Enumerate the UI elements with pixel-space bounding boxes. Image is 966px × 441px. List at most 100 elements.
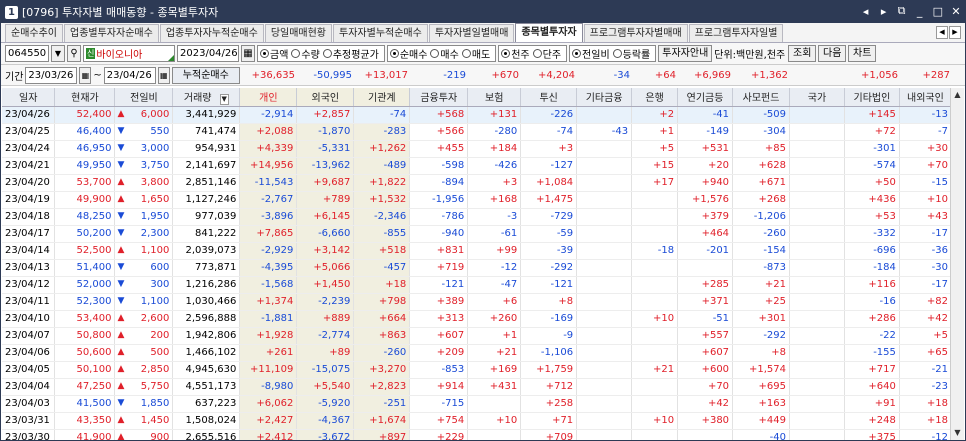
radio-icon[interactable] [612, 49, 622, 58]
stock-name-field[interactable]: 신 바이오니아 [83, 45, 175, 62]
column-header-3[interactable]: 거래량 ▼ [172, 88, 241, 107]
period-from-input[interactable]: 23/03/26 [25, 66, 78, 84]
tab-0[interactable]: 순매수추이 [5, 24, 63, 42]
tab-4[interactable]: 투자자별누적순매수 [333, 24, 428, 42]
from-calendar-icon[interactable]: ▦ [79, 66, 92, 84]
tab-scroll-right-icon[interactable]: ▶ [949, 26, 961, 39]
column-header-16[interactable]: 내외국인 [899, 88, 953, 107]
prev-window-icon[interactable]: ◂ [861, 5, 871, 18]
change_opts-option-0[interactable]: 전일비 [572, 46, 610, 61]
chart-button[interactable]: 차트 [848, 45, 877, 62]
radio-icon[interactable] [291, 49, 301, 58]
column-header-10[interactable]: 기타금융 [576, 88, 633, 107]
restore-icon[interactable]: ⧉ [897, 4, 907, 18]
table-row[interactable]: 23/04/17 50,200 ▼ 2,300 841,222 +7,865 -6,660-… [2, 225, 953, 243]
table-row[interactable]: 23/04/26 52,400 ▲ 6,000 3,441,929 -2,914 +2,85… [2, 106, 953, 124]
table-row[interactable]: 23/03/31 43,350 ▲ 1,450 1,508,024 +2,427 -4,36… [2, 412, 953, 430]
cell-국가 [789, 429, 845, 440]
column-header-8[interactable]: 보험 [467, 88, 522, 107]
table-row[interactable]: 23/04/06 50,600 ▲ 500 1,466,102 +261 +89 -260 +2… [2, 344, 953, 362]
tab-2[interactable]: 업종투자자누적순매수 [159, 24, 264, 42]
trade_opts-option-0[interactable]: 순매수 [389, 46, 427, 61]
table-row[interactable]: 23/04/19 49,900 ▲ 1,650 1,127,246 -2,767 +789 +… [2, 191, 953, 209]
to-calendar-icon[interactable]: ▦ [157, 66, 170, 84]
radio-icon[interactable] [572, 49, 582, 58]
tab-8[interactable]: 프로그램투자자일별 [688, 24, 784, 42]
search-icon[interactable]: ⚲ [67, 45, 81, 62]
change-value: 5,750 [140, 381, 170, 392]
radio-icon[interactable] [389, 49, 399, 58]
vertical-scrollbar[interactable]: ▲ ▼ [950, 88, 964, 440]
column-header-12[interactable]: 연기금등 [677, 88, 734, 107]
tab-5[interactable]: 투자자별일별매매 [428, 24, 515, 42]
table-row[interactable]: 23/04/07 50,800 ▲ 200 1,942,806 +1,928 -2,774 +… [2, 327, 953, 345]
date-input[interactable]: 2023/04/26 [177, 45, 239, 62]
next-window-icon[interactable]: ▸ [879, 5, 889, 18]
trade_opts-option-2[interactable]: 매도 [461, 46, 490, 61]
period-to-input[interactable]: 23/04/26 [103, 66, 156, 84]
query-button[interactable]: 조회 [788, 45, 817, 62]
column-header-6[interactable]: 기관계 [353, 88, 411, 107]
table-row[interactable]: 23/04/05 50,100 ▲ 2,850 4,945,630 +11,109 -15,… [2, 361, 953, 379]
unit_opts-option-1[interactable]: 단주 [532, 46, 561, 61]
radio-icon[interactable] [260, 49, 269, 58]
change_opts-option-1[interactable]: 등락률 [612, 46, 650, 61]
cell-연기금등: -41 [677, 106, 734, 124]
trade_opts-option-1[interactable]: 매수 [430, 46, 459, 61]
column-header-2[interactable]: 전일비 [114, 88, 174, 107]
tab-7[interactable]: 프로그램투자자별매매 [583, 24, 688, 42]
radio-icon[interactable] [532, 49, 542, 58]
table-row[interactable]: 23/04/21 49,950 ▼ 3,750 2,141,697 +14,956 -13,… [2, 157, 953, 175]
minimize-icon[interactable]: _ [915, 5, 925, 18]
column-header-11[interactable]: 은행 [631, 88, 679, 107]
radio-icon[interactable] [322, 49, 332, 58]
amount_opts-option-2[interactable]: 추정평균가 [322, 46, 379, 61]
volume-dropdown-icon[interactable]: ▼ [219, 93, 229, 105]
table-row[interactable]: 23/04/04 47,250 ▲ 5,750 4,551,173 -8,980 +5,54… [2, 378, 953, 396]
cell-사모펀드: -260 [732, 225, 791, 243]
table-row[interactable]: 23/03/30 41,900 ▲ 900 2,655,516 +2,412 -3,672 +… [2, 429, 953, 440]
radio-icon[interactable] [461, 49, 471, 58]
table-row[interactable]: 23/04/24 46,950 ▼ 3,000 954,931 +4,339 -5,331 +… [2, 140, 953, 158]
table-row[interactable]: 23/04/25 46,400 ▼ 550 741,474 +2,088 -1,870 -28… [2, 123, 953, 141]
scroll-down-icon[interactable]: ▼ [951, 426, 964, 440]
tab-6[interactable]: 종목별투자자 [515, 23, 583, 42]
code-dropdown-icon[interactable]: ▼ [51, 45, 65, 62]
column-header-7[interactable]: 금융투자 [409, 88, 469, 107]
tab-1[interactable]: 업종별투자자순매수 [64, 24, 159, 42]
table-row[interactable]: 23/04/13 51,400 ▼ 600 773,871 -4,395 +5,066 -45… [2, 259, 953, 277]
unit_opts-option-0[interactable]: 천주 [501, 46, 530, 61]
change-cell: ▼ 300 [114, 276, 174, 294]
column-header-14[interactable]: 국가 [789, 88, 845, 107]
stock-code-input[interactable]: 064550 [5, 45, 49, 62]
column-header-13[interactable]: 사모펀드 [732, 88, 791, 107]
table-row[interactable]: 23/04/20 53,700 ▲ 3,800 2,851,146 -11,543 +9,6… [2, 174, 953, 192]
amount_opts-option-1[interactable]: 수량 [291, 46, 320, 61]
radio-icon[interactable] [430, 49, 440, 58]
cell-보험: +169 [467, 361, 522, 379]
column-header-9[interactable]: 투신 [520, 88, 578, 107]
tab-3[interactable]: 당일매매현황 [264, 24, 333, 42]
column-header-4[interactable]: 개인 [239, 88, 298, 107]
next-button[interactable]: 다음 [818, 45, 847, 62]
maximize-icon[interactable]: □ [933, 5, 943, 18]
tab-scroll-left-icon[interactable]: ◀ [936, 26, 948, 39]
close-icon[interactable]: ✕ [951, 5, 961, 18]
column-header-1[interactable]: 현재가 [54, 88, 116, 107]
investor-guide-button[interactable]: 투자자안내 [658, 45, 713, 62]
cell-개인: -1,568 [239, 276, 298, 294]
table-row[interactable]: 23/04/10 53,400 ▲ 2,600 2,596,888 -1,881 +889 +… [2, 310, 953, 328]
column-header-0[interactable]: 일자 [2, 88, 56, 107]
amount_opts-option-0[interactable]: 금액 [260, 46, 288, 61]
table-row[interactable]: 23/04/12 52,000 ▼ 300 1,216,286 -1,568 +1,450 +… [2, 276, 953, 294]
scroll-up-icon[interactable]: ▲ [951, 88, 964, 102]
calendar-icon[interactable]: ▦ [241, 45, 255, 62]
column-header-5[interactable]: 외국인 [296, 88, 355, 107]
table-row[interactable]: 23/04/18 48,250 ▼ 1,950 977,039 -3,896 +6,145-… [2, 208, 953, 226]
table-row[interactable]: 23/04/03 41,500 ▼ 1,850 637,223 +6,062 -5,920-… [2, 395, 953, 413]
table-row[interactable]: 23/04/11 52,300 ▼ 1,100 1,030,466 +1,374 -2,23… [2, 293, 953, 311]
cell-외국인: -13,962 [296, 157, 355, 175]
table-row[interactable]: 23/04/14 52,500 ▲ 1,100 2,039,073 -2,929 +3,14… [2, 242, 953, 260]
radio-icon[interactable] [501, 49, 511, 58]
column-header-15[interactable]: 기타법인 [844, 88, 900, 107]
